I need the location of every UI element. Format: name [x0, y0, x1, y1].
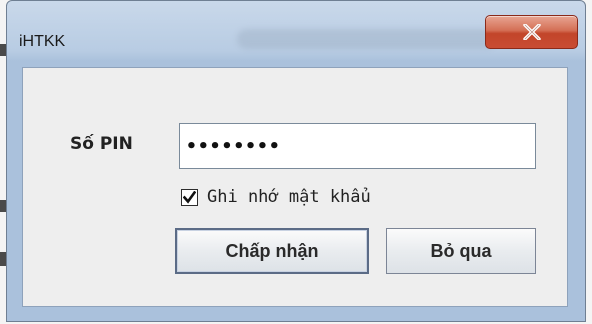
remember-password-label: Ghi nhớ mật khẩu — [207, 187, 371, 207]
close-x-icon — [523, 24, 541, 40]
checkmark-icon — [183, 191, 196, 204]
pin-input[interactable] — [179, 123, 536, 169]
close-button[interactable] — [485, 15, 578, 49]
title-bar[interactable]: iHTKK — [7, 1, 585, 67]
cancel-button[interactable]: Bỏ qua — [386, 228, 536, 274]
pin-label: Số PIN — [70, 134, 133, 154]
dialog-content: Số PIN Ghi nhớ mật khẩu Chấp nhận Bỏ qua — [22, 67, 568, 307]
window-title: iHTKK — [19, 33, 66, 50]
remember-password-checkbox[interactable] — [181, 189, 198, 206]
accept-button[interactable]: Chấp nhận — [175, 228, 369, 274]
pin-dialog: iHTKK Số PIN Ghi nhớ mật khẩu Chấp nhận … — [6, 0, 586, 322]
title-bar-blur — [237, 29, 497, 49]
